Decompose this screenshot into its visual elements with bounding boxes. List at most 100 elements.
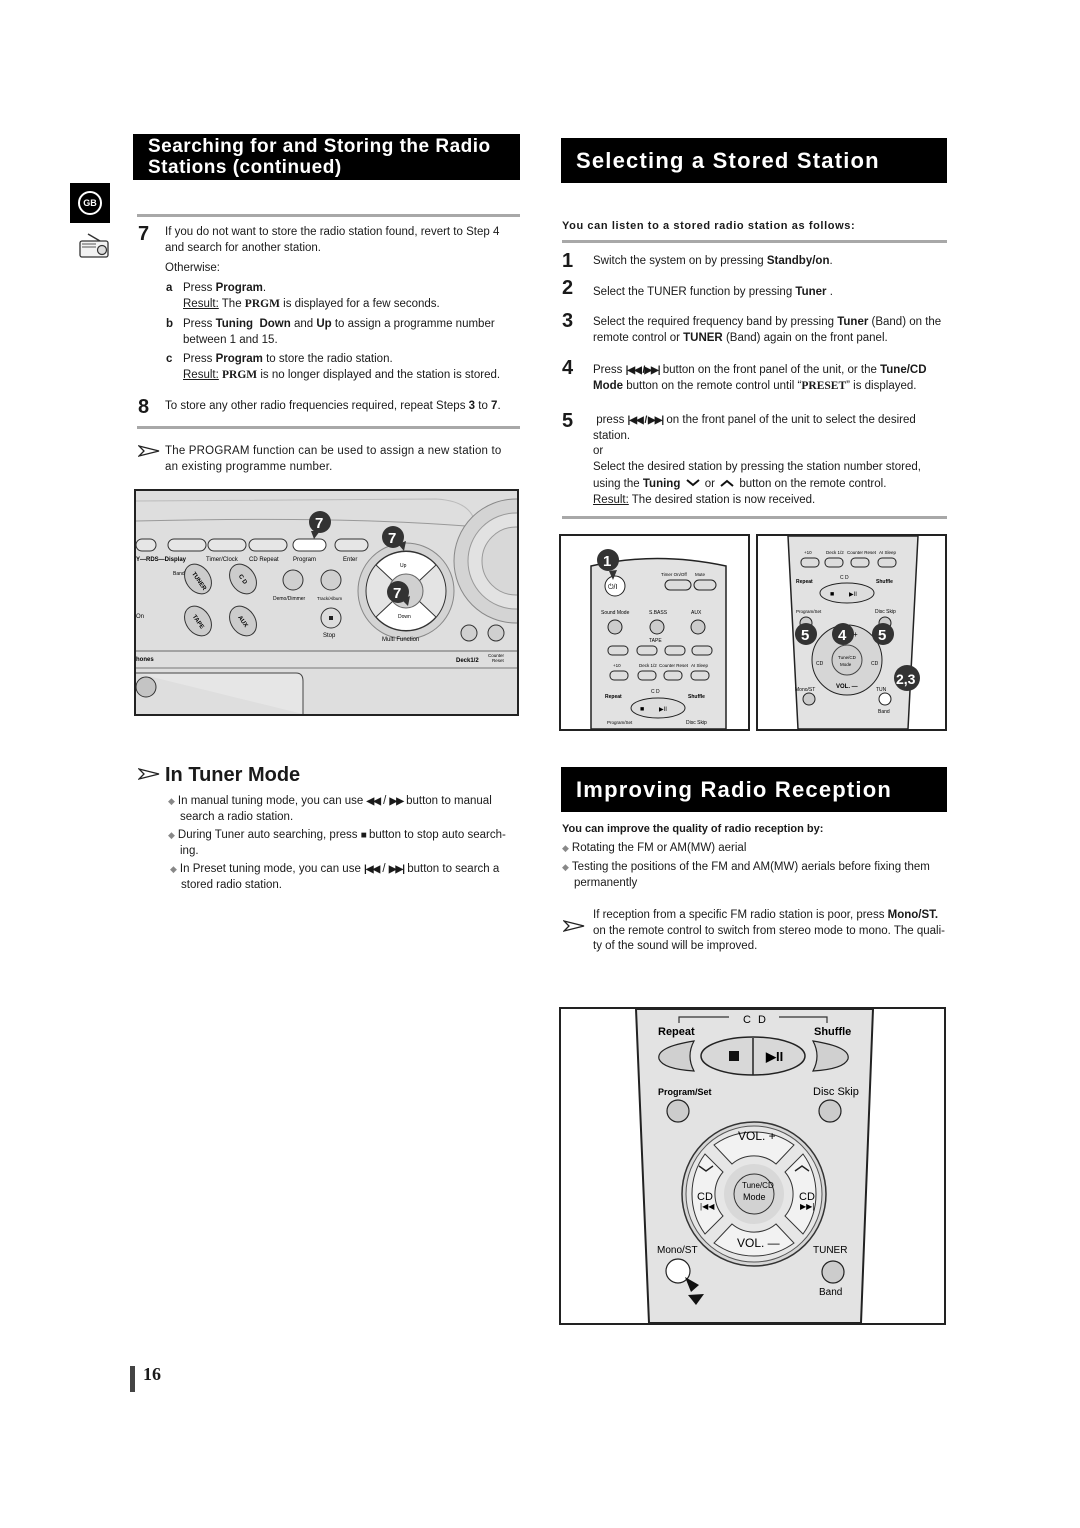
callout-text: 2,3 [896,671,916,687]
divider [137,214,520,217]
step-7-text: If you do not want to store the radio st… [165,225,520,256]
text: The desired station is now received. [628,493,816,506]
title-line-2: Stations (continued) [148,157,342,178]
callout-5-right: 5 [872,623,894,645]
label-up: Up [400,563,407,569]
label-ai-sleep: AI Sleep [691,663,709,668]
reception-note-arrow-icon [563,920,585,932]
text: button to manual [402,795,492,807]
tuner-band-button[interactable] [821,1260,845,1284]
label-sbass: S.BASS [649,610,668,616]
sub-step-letter: c [166,353,173,365]
text-line: press |◀◀ / ▶▶| on the front panel of th… [593,413,953,429]
language-tab: GB [70,183,110,223]
text-line: Press |◀◀ /▶▶| button on the front panel… [593,363,953,379]
text: button on the front panel of the unit, o… [659,364,881,376]
diamond-bullet-icon: ◆ [562,862,569,872]
label-demo-dimmer: Demo/Dimmer [273,596,306,602]
section-title-selecting: Selecting a Stored Station [561,138,947,183]
callout-text: 7 [315,515,323,532]
text: ” is displayed. [846,379,917,392]
label-plus10: +10 [804,550,812,555]
label-vol-minus: VOL. — [836,684,858,690]
result-line: Result: The desired station is now recei… [593,493,953,509]
bold-text: Program [215,282,263,294]
label-reset: Reset [492,658,505,663]
diamond-bullet-icon: ◆ [562,843,569,853]
result-label: Result: [593,493,629,506]
step-4-number: 4 [562,357,574,379]
text-line: or [593,445,604,457]
text: (Band) again on the front panel. [722,331,888,344]
bold-text: Mono/ST. [887,909,939,921]
program-set-button[interactable] [666,1099,690,1123]
result-line: Result: The PRGM is displayed for a few … [183,297,520,313]
label-shuffle: Shuffle [688,694,705,700]
label-program: Program [293,557,316,563]
chevron-up-icon [720,479,734,487]
skip-back-forward-icon: |◀◀ /▶▶| [625,365,661,376]
text: In manual tuning mode, you can use [177,795,367,807]
label-plus10: +10 [613,663,621,668]
text: (Band) on the [868,316,942,328]
reception-bullet-2: ◆ Testing the positions of the FM and AM(… [562,860,952,891]
step-1-text: Switch the system on by pressing Standby… [593,254,833,270]
label-tape: TAPE [649,638,662,644]
text: Switch the system on by pressing [593,255,767,267]
skip-forward-icon: ▶▶| [388,864,405,875]
text: button to search a [404,863,500,875]
note-arrow-icon [138,445,160,457]
text-line: remote control or TUNER (Band) again on … [593,331,948,347]
text-line: search a radio station. [180,810,294,823]
label-on: On [136,614,144,620]
divider [137,426,520,429]
divider [562,240,947,243]
text: remote control or [593,331,684,344]
step-1-number: 1 [562,250,574,272]
callout-text: 7 [393,585,401,602]
play-pause-icon: ▶II [765,1049,783,1064]
step-7-number: 7 [138,223,150,245]
bold-text: Up [316,318,332,330]
remote-illustration-b: +10 Deck 1/2 Counter Reset AI Sleep C D … [787,536,920,729]
text-line: If you do not want to store the radio st… [165,226,500,238]
text-line: The PROGRAM function can be used to assi… [165,445,502,457]
label-mode: Mode [743,1192,766,1202]
label-vol-minus: VOL. — [737,1236,780,1250]
bold-text: Standby/on [766,255,830,267]
text: Select the TUNER function by pressing [593,286,796,298]
label-repeat: Repeat [605,694,622,700]
stop-icon [729,1051,739,1061]
play-pause-icon: ▶II [849,592,857,598]
label-deck: Deck1/2 [456,658,479,664]
tuner-bullet-2: ◆ During Tuner auto searching, press ■ bu… [168,828,520,859]
label-timer: Timer On/Off [661,572,688,577]
text: Press [183,282,216,294]
label-phones: hones [136,657,154,663]
text-line: ◆ During Tuner auto searching, press ■ bu… [168,828,520,844]
step-2-text: Select the TUNER function by pressing Tu… [593,285,833,301]
disc-skip-button[interactable] [818,1099,842,1123]
sub-step-b: Press Tuning Down and Up to assign a pro… [183,317,520,348]
title-line-1: Searching for and Storing the Radio [148,136,491,157]
remote-illustration-a: ⏻/I Timer On/Off Mute Sound Mode S.BASS … [590,549,727,729]
skip-back-icon: |◀◀ [700,1202,715,1211]
step-3-text: Select the required frequency band by pr… [593,315,948,346]
label-tuner: TUN [876,687,887,693]
text: or [701,478,719,490]
tuner-bullet-3: ◆ In Preset tuning mode, you can use |◀◀ … [170,862,522,893]
radio-icon [79,233,109,258]
callout-5-left: 5 [795,623,817,645]
callout-2-3: 2,3 [894,665,920,691]
diamond-bullet-icon: ◆ [170,864,177,874]
sub-step-c: Press Program to store the radio station… [183,352,520,383]
bold-text: Tune/CD [880,364,927,376]
result-label: Result: [183,368,219,381]
bold-text: TUNER [683,331,723,344]
bold-text: Program [215,353,263,365]
text-line: stored radio station. [181,878,283,891]
label-stop: Stop [323,633,336,639]
text: button on the remote control. [736,478,887,490]
text: . [826,286,833,298]
label-multi-function: Multi Function [382,637,419,643]
